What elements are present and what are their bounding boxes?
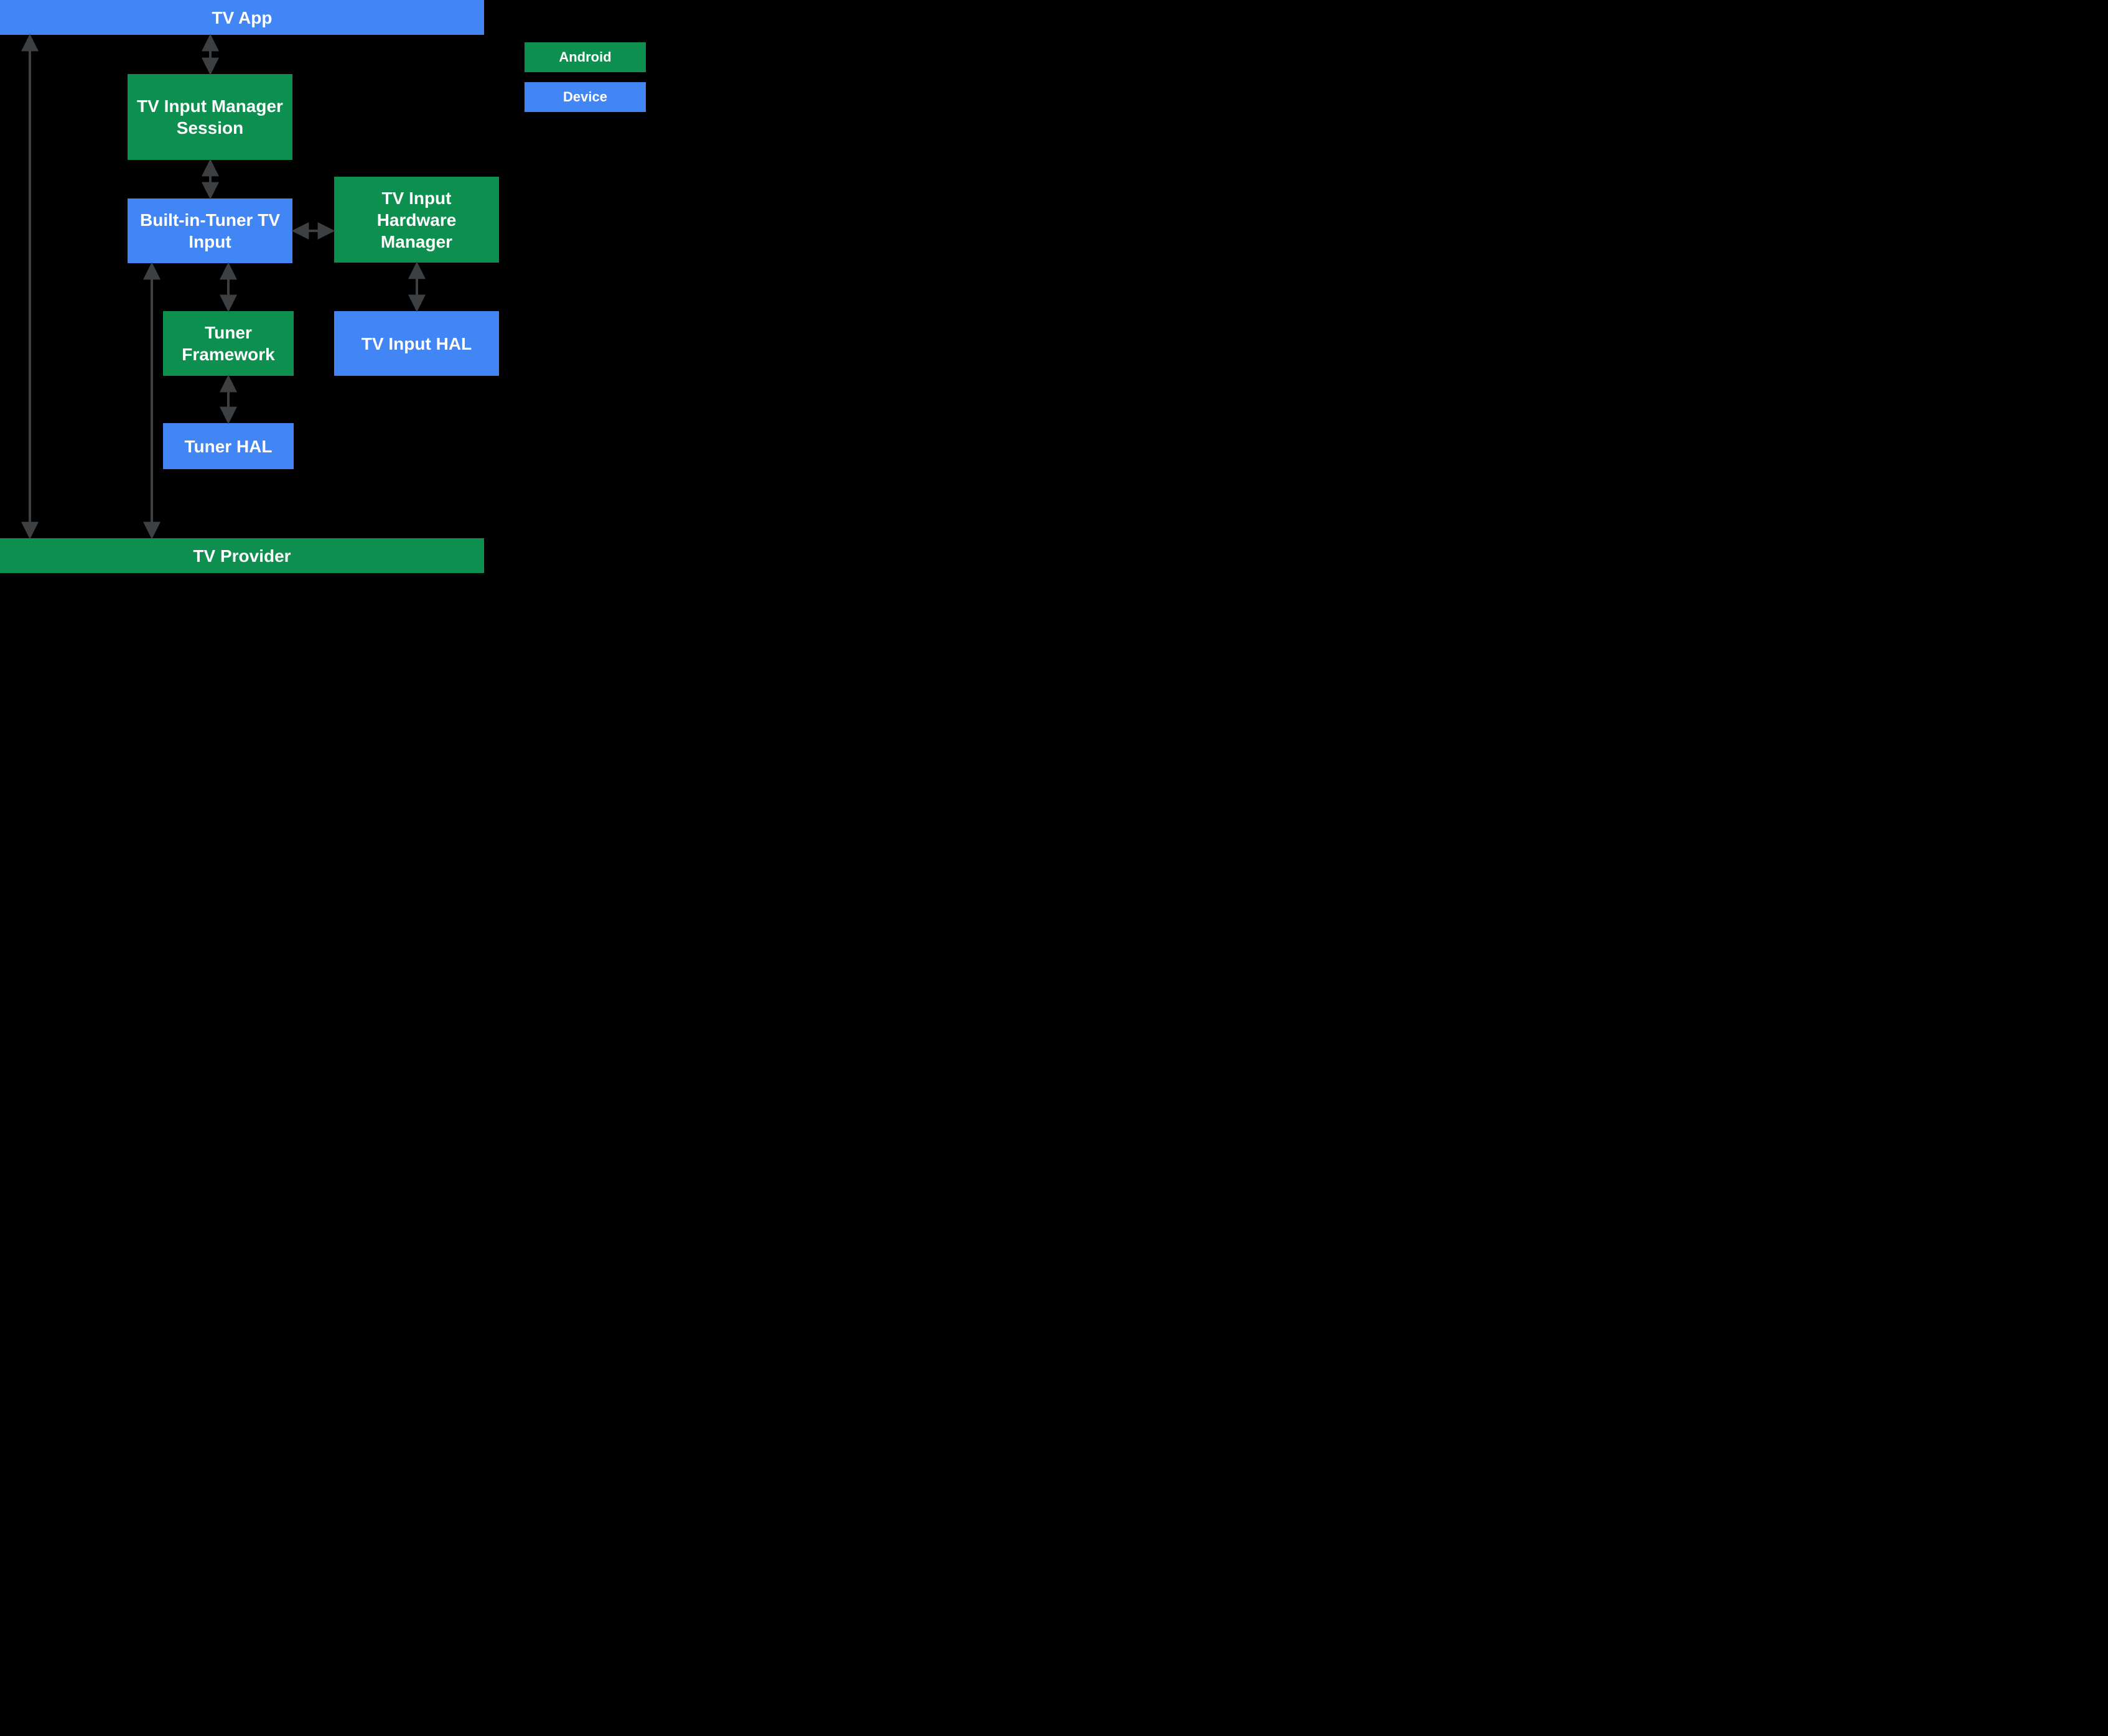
node-label: Built-in-Tuner TV Input <box>135 209 285 253</box>
node-tuner-framework: Tuner Framework <box>163 311 294 376</box>
legend-label: Android <box>559 49 611 65</box>
node-tv-provider: TV Provider <box>0 538 484 573</box>
node-tim-session: TV Input Manager Session <box>128 74 292 160</box>
node-label: TV Input Manager Session <box>135 95 285 139</box>
node-label: TV Input Hardware Manager <box>342 187 492 253</box>
node-tv-app: TV App <box>0 0 484 35</box>
node-tuner-hal: Tuner HAL <box>163 423 294 469</box>
node-label: TV Provider <box>193 545 291 567</box>
legend-device: Device <box>525 82 646 112</box>
legend-label: Device <box>563 89 607 105</box>
legend-android: Android <box>525 42 646 72</box>
node-label: TV App <box>212 7 273 29</box>
node-built-in-tuner: Built-in-Tuner TV Input <box>128 198 292 263</box>
node-label: TV Input HAL <box>361 333 472 355</box>
node-ti-hw-manager: TV Input Hardware Manager <box>334 177 499 263</box>
node-tv-input-hal: TV Input HAL <box>334 311 499 376</box>
node-label: Tuner Framework <box>170 322 286 365</box>
node-label: Tuner HAL <box>184 436 272 457</box>
